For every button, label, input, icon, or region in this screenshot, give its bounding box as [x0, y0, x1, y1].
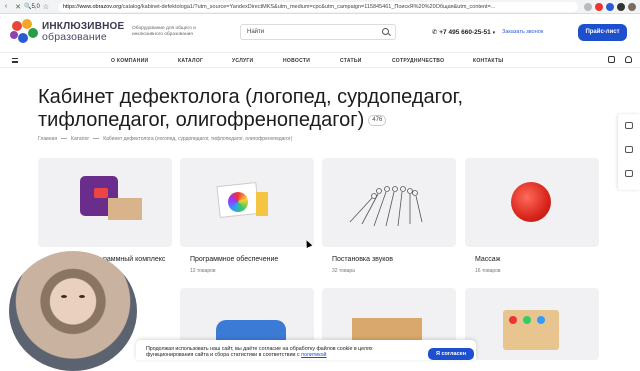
cart-icon[interactable] — [608, 56, 615, 63]
browser-toolbar: ‹ ✕ 🔍5,0 ☆ https://www.obrazov.org/catal… — [0, 0, 640, 14]
price-list-button[interactable]: Прайс-лист — [578, 24, 627, 41]
nav-item-news[interactable]: НОВОСТИ — [283, 58, 310, 64]
extension-icons — [584, 2, 640, 11]
phone-text: +7 495 660-25-51 — [439, 29, 491, 36]
bookmark-icon[interactable]: ☆ — [40, 3, 52, 11]
cookie-accept-button[interactable]: Я согласен — [428, 348, 474, 360]
logo-icon[interactable] — [10, 19, 40, 47]
logo-text[interactable]: ИНКЛЮЗИВНОЕ образование — [42, 22, 124, 43]
cookie-policy-link[interactable]: политикой — [301, 352, 326, 358]
close-icon[interactable]: ✕ — [12, 3, 24, 11]
zoom-indicator[interactable]: 🔍5,0 — [24, 3, 40, 10]
card-title[interactable]: Постановка звуков — [332, 256, 393, 263]
callback-link[interactable]: Заказать звонок — [502, 29, 543, 35]
product-image-part — [228, 192, 248, 212]
product-count-badge: 476 — [368, 115, 387, 127]
product-image-part — [509, 316, 517, 324]
chat-icon[interactable] — [625, 146, 633, 153]
phone-number[interactable]: ✆ +7 495 660-25-51 ▾ — [432, 28, 495, 36]
nav-item-contacts[interactable]: КОНТАКТЫ — [473, 58, 503, 64]
cookie-message: Продолжая использовать наш сайт, вы даёт… — [146, 346, 373, 358]
category-card[interactable] — [465, 288, 599, 360]
address-bar[interactable]: https://www.obrazov.org/catalog/kabinet-… — [57, 1, 578, 12]
product-image-part — [256, 192, 268, 216]
breadcrumb-current: Кабинет дефектолога (логопед, сурдопедаг… — [103, 136, 293, 142]
webcam-overlay — [9, 251, 137, 371]
profile-icon[interactable] — [628, 2, 636, 11]
product-image — [511, 182, 551, 222]
search-input[interactable]: Найти — [240, 24, 396, 40]
back-icon[interactable]: ‹ — [0, 3, 12, 10]
product-image — [349, 186, 423, 227]
url-path: /catalog/kabinet-defektologa1/?utm_sourc… — [121, 3, 496, 10]
logo-line2: образование — [42, 31, 107, 43]
chevron-down-icon: ▾ — [492, 30, 496, 36]
favorites-icon[interactable] — [625, 56, 632, 63]
breadcrumb: Главная Каталог Кабинет дефектолога (логоп… — [38, 136, 292, 142]
url-host: https://www.obrazov.org — [62, 3, 122, 10]
face-eye — [79, 295, 85, 298]
cookie-banner: Продолжая использовать наш сайт, вы даёт… — [136, 340, 476, 360]
nav-item-catalog[interactable]: КАТАЛОГ — [178, 58, 203, 64]
card-title[interactable]: Программное обеспечение — [190, 256, 278, 263]
menu-icon[interactable] — [12, 58, 18, 63]
extension-icon[interactable] — [584, 2, 592, 11]
category-card[interactable] — [38, 158, 172, 247]
nav-icons — [608, 56, 632, 63]
card-count: 32 товара — [332, 268, 355, 274]
card-count: 16 товаров — [475, 268, 501, 274]
breadcrumb-catalog[interactable]: Каталог — [71, 136, 89, 142]
page-title-text: Кабинет дефектолога (логопед, сурдопедаг… — [38, 86, 464, 131]
cookie-text: Продолжая использовать наш сайт, вы даёт… — [146, 346, 416, 358]
category-card[interactable] — [322, 158, 456, 247]
nav-item-cooperation[interactable]: СОТРУДНИЧЕСТВО — [392, 58, 444, 64]
extension-icon[interactable] — [595, 2, 603, 11]
nav-item-services[interactable]: УСЛУГИ — [232, 58, 253, 64]
face-eye — [61, 295, 67, 298]
category-card[interactable] — [180, 158, 314, 247]
nav-item-company[interactable]: О КОМПАНИИ — [111, 58, 148, 64]
nav-item-articles[interactable]: СТАТЬИ — [340, 58, 362, 64]
product-image-part — [94, 188, 108, 198]
card-title[interactable]: Массаж — [475, 256, 500, 263]
product-image-part — [523, 316, 531, 324]
side-toolbar — [618, 114, 640, 190]
site-header: ИНКЛЮЗИВНОЕ образование Оборудование для… — [0, 14, 640, 50]
product-image-part — [108, 198, 142, 220]
search-icon[interactable] — [382, 28, 389, 35]
extension-icon[interactable] — [606, 2, 614, 11]
tagline: Оборудование для общего и инклюзивного о… — [132, 26, 196, 37]
search-placeholder: Найти — [247, 29, 265, 35]
extension-icon[interactable] — [617, 2, 625, 11]
breadcrumb-home[interactable]: Главная — [38, 136, 57, 142]
mail-icon[interactable] — [625, 170, 633, 177]
product-image — [216, 320, 286, 340]
page-title: Кабинет дефектолога (логопед, сурдопедаг… — [38, 86, 558, 132]
compare-icon[interactable] — [625, 122, 633, 129]
product-image-part — [537, 316, 545, 324]
main-nav: О КОМПАНИИ КАТАЛОГ УСЛУГИ НОВОСТИ СТАТЬИ… — [0, 52, 640, 68]
category-card[interactable] — [465, 158, 599, 247]
card-count: 12 товаров — [190, 268, 216, 274]
